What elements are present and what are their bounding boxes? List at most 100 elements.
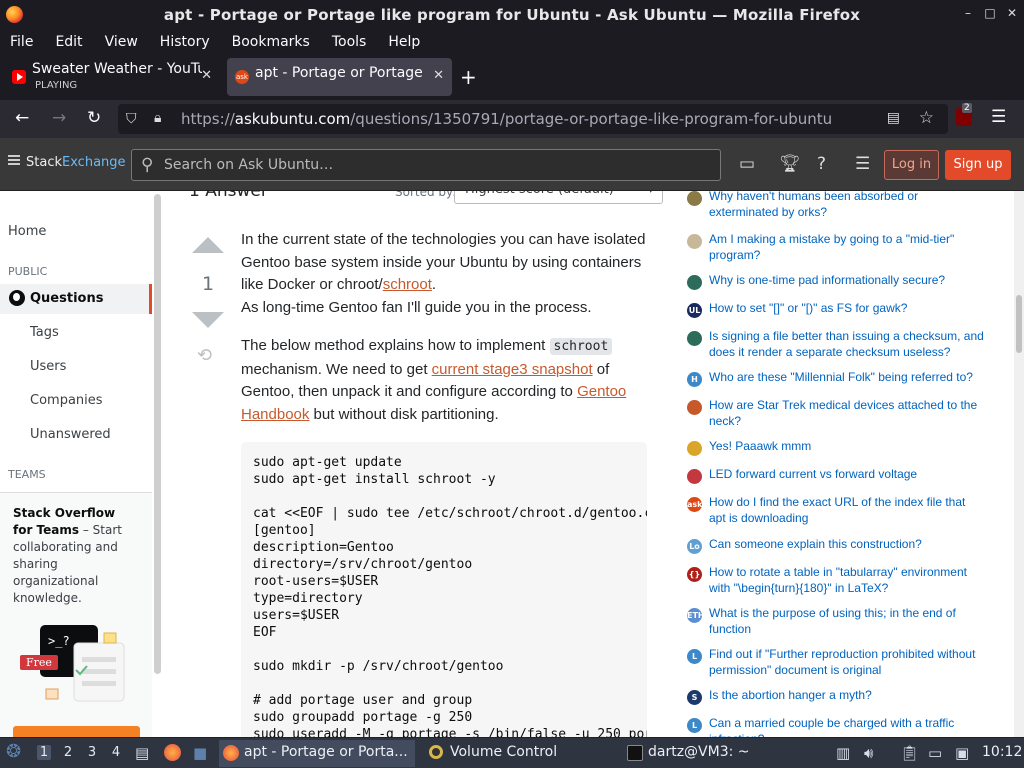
nav-questions[interactable]: Questions: [30, 291, 103, 306]
taskbar: ❂ 1 2 3 4 ▤ ■ apt - Portage or Porta... …: [0, 737, 1024, 768]
reload-button[interactable]: ↻: [87, 108, 101, 128]
achievements-icon[interactable]: 🏆︎: [779, 154, 801, 174]
start-menu-icon[interactable]: ❂: [6, 741, 21, 762]
create-team-button[interactable]: [13, 726, 140, 737]
app-menu-button[interactable]: ☰: [991, 107, 1006, 127]
maximize-button[interactable]: □: [984, 6, 996, 20]
firefox-launcher-icon[interactable]: [164, 744, 181, 761]
hot-question-link[interactable]: Why is one-time pad informationally secu…: [709, 273, 984, 289]
clock: 10:12: [982, 744, 1023, 760]
workspace-1[interactable]: 1: [37, 745, 51, 760]
teams-promo: Stack Overflow for Teams – Start collabo…: [0, 492, 152, 737]
url-bar[interactable]: ⛉ 🔒︎ https://askubuntu.com/questions/135…: [118, 104, 948, 134]
site-icon: {}: [687, 567, 702, 582]
hot-question-link[interactable]: Can a married couple be charged with a t…: [709, 716, 984, 737]
code-text: sudo apt-get update sudo apt-get install…: [253, 455, 647, 737]
hot-question-link[interactable]: How to rotate a table in "tabularray" en…: [709, 565, 984, 596]
hot-question-link[interactable]: How to set "[]" or "[)" as FS for gawk?: [709, 301, 984, 317]
site-switcher-icon[interactable]: ☰: [855, 154, 870, 174]
forward-button[interactable]: →: [52, 108, 66, 128]
tab-youtube[interactable]: Sweater Weather - YouTube PLAYING ✕: [4, 58, 220, 96]
volume-icon[interactable]: 🔊︎: [864, 744, 873, 762]
upvote-icon[interactable]: [192, 237, 224, 253]
url-text[interactable]: https://askubuntu.com/questions/1350791/…: [181, 110, 832, 128]
nav-users[interactable]: Users: [30, 359, 66, 374]
hot-question-link[interactable]: Is signing a file better than issuing a …: [709, 329, 984, 360]
stage3-link[interactable]: current stage3 snapshot: [432, 361, 593, 378]
menu-edit[interactable]: Edit: [55, 34, 82, 50]
hot-question-link[interactable]: How do I find the exact URL of the index…: [709, 495, 984, 526]
back-button[interactable]: ←: [15, 108, 29, 128]
hot-question-link[interactable]: Why haven't humans been absorbed or exte…: [709, 191, 984, 220]
hot-question-link[interactable]: Who are these "Millennial Folk" being re…: [709, 370, 984, 386]
login-button[interactable]: Log in: [884, 150, 939, 180]
sort-label: Sorted by:: [395, 191, 457, 199]
site-icon: [687, 400, 702, 415]
nav-home[interactable]: Home: [8, 224, 46, 239]
menu-history[interactable]: History: [160, 34, 210, 50]
left-sidebar: Home PUBLIC Questions Tags Users Compani…: [0, 191, 164, 737]
tray-app-icon[interactable]: ▥: [836, 744, 850, 762]
title-bar: apt - Portage or Portage like program fo…: [0, 0, 1024, 30]
lock-icon[interactable]: 🔒︎: [154, 110, 161, 126]
stackexchange-logo[interactable]: StackExchange: [8, 155, 126, 170]
hot-question-link[interactable]: Find out if "Further reproduction prohib…: [709, 647, 984, 678]
bookmark-star-icon[interactable]: ☆: [919, 108, 934, 128]
hot-question-link[interactable]: Is the abortion hanger a myth?: [709, 688, 984, 704]
window-controls: – □ ✕: [962, 6, 1018, 20]
page-scrollbar[interactable]: [1014, 191, 1024, 737]
close-window-button[interactable]: ✕: [1006, 6, 1018, 20]
new-tab-button[interactable]: +: [460, 65, 477, 89]
workspace-3[interactable]: 3: [85, 745, 99, 760]
ublock-extension-icon[interactable]: 2: [956, 103, 972, 126]
site-icon: S: [687, 690, 702, 705]
minimize-button[interactable]: –: [962, 6, 974, 20]
close-tab-icon[interactable]: ✕: [201, 68, 212, 83]
history-icon[interactable]: ⟲: [197, 345, 212, 366]
hot-question-link[interactable]: Can someone explain this construction?: [709, 537, 984, 553]
left-sidebar-scrollbar[interactable]: [154, 194, 161, 674]
close-tab-icon[interactable]: ✕: [433, 68, 444, 83]
clipboard-icon[interactable]: 📋︎: [900, 744, 919, 762]
signup-button[interactable]: Sign up: [945, 150, 1011, 180]
downvote-icon[interactable]: [192, 312, 224, 328]
site-icon: [687, 191, 702, 206]
menu-tools[interactable]: Tools: [332, 34, 367, 50]
nav-unanswered[interactable]: Unanswered: [30, 427, 111, 442]
hot-question-link[interactable]: What is the purpose of using this; in th…: [709, 606, 984, 637]
tab-askubuntu[interactable]: ask apt - Portage or Portage like progra…: [227, 58, 452, 96]
scrollbar-thumb[interactable]: [1016, 295, 1022, 353]
task-terminal[interactable]: dartz@VM3: ~: [623, 740, 823, 767]
hot-question-link[interactable]: Yes! Paaawk mmm: [709, 439, 984, 455]
page-content: Home PUBLIC Questions Tags Users Compani…: [0, 191, 1024, 737]
menu-help[interactable]: Help: [388, 34, 420, 50]
search-input[interactable]: [164, 155, 704, 175]
hot-question-link[interactable]: LED forward current vs forward voltage: [709, 467, 984, 483]
site-icon: ask: [687, 497, 702, 512]
sort-select[interactable]: Highest score (default): [454, 191, 663, 204]
reader-view-icon[interactable]: ▤: [887, 110, 900, 126]
task-firefox[interactable]: apt - Portage or Porta...: [219, 740, 415, 767]
display-icon[interactable]: ▭: [928, 744, 942, 762]
menu-file[interactable]: File: [10, 34, 33, 50]
hot-question-link[interactable]: How are Star Trek medical devices attach…: [709, 398, 984, 429]
menu-bookmarks[interactable]: Bookmarks: [232, 34, 310, 50]
schroot-link[interactable]: schroot: [383, 276, 432, 293]
volume-control-icon: [429, 745, 443, 759]
nav-tags[interactable]: Tags: [30, 325, 59, 340]
nav-group-teams: TEAMS: [8, 468, 46, 481]
hot-question-link[interactable]: Am I making a mistake by going to a "mid…: [709, 232, 984, 263]
tracking-protection-icon[interactable]: ⛉: [126, 111, 137, 127]
tab-playing-indicator: PLAYING: [35, 80, 78, 91]
menu-bar: File Edit View History Bookmarks Tools H…: [0, 30, 1024, 54]
task-volume-control[interactable]: Volume Control: [425, 740, 615, 767]
menu-view[interactable]: View: [105, 34, 138, 50]
workspace-2[interactable]: 2: [61, 745, 75, 760]
workspace-4[interactable]: 4: [109, 745, 123, 760]
nav-companies[interactable]: Companies: [30, 393, 103, 408]
help-icon[interactable]: ?: [817, 154, 826, 174]
inbox-icon[interactable]: ▭: [739, 154, 755, 174]
desktop-icon[interactable]: ■: [193, 744, 207, 762]
network-icon[interactable]: ▣: [955, 744, 969, 762]
file-manager-icon[interactable]: ▤: [135, 744, 149, 762]
